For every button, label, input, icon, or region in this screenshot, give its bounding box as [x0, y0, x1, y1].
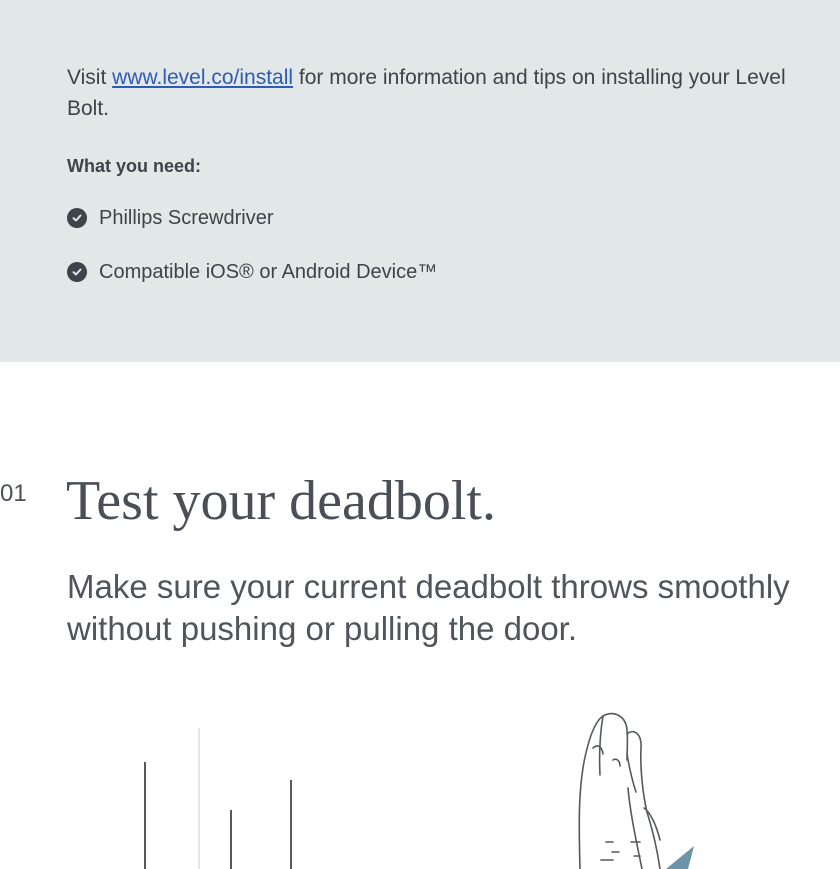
check-circle-icon	[67, 208, 87, 228]
hand-drawing	[578, 712, 661, 869]
step-description: Make sure your current deadbolt throws s…	[67, 568, 790, 647]
what-you-need-list: Phillips Screwdriver Compatible iOS® or …	[67, 206, 437, 314]
step-title: Test your deadbolt.	[66, 470, 496, 532]
list-item-label: Phillips Screwdriver	[99, 206, 274, 229]
deadbolt-test-illustration	[144, 712, 694, 869]
list-item: Phillips Screwdriver	[67, 206, 437, 230]
door-edge-lines-drawing	[144, 728, 292, 869]
install-intro-text: Visit www.level.co/install for more info…	[67, 62, 807, 124]
what-you-need-heading: What you need:	[67, 156, 201, 176]
install-link[interactable]: www.level.co/install	[112, 66, 293, 89]
list-item-label: Compatible iOS® or Android Device™	[99, 260, 438, 283]
requirements-panel: Visit www.level.co/install for more info…	[0, 0, 840, 362]
intro-prefix: Visit	[67, 66, 113, 89]
check-circle-icon	[67, 262, 87, 282]
turn-arrow-icon	[666, 846, 694, 869]
list-item: Compatible iOS® or Android Device™	[67, 260, 437, 284]
step-number: 01	[0, 480, 27, 507]
